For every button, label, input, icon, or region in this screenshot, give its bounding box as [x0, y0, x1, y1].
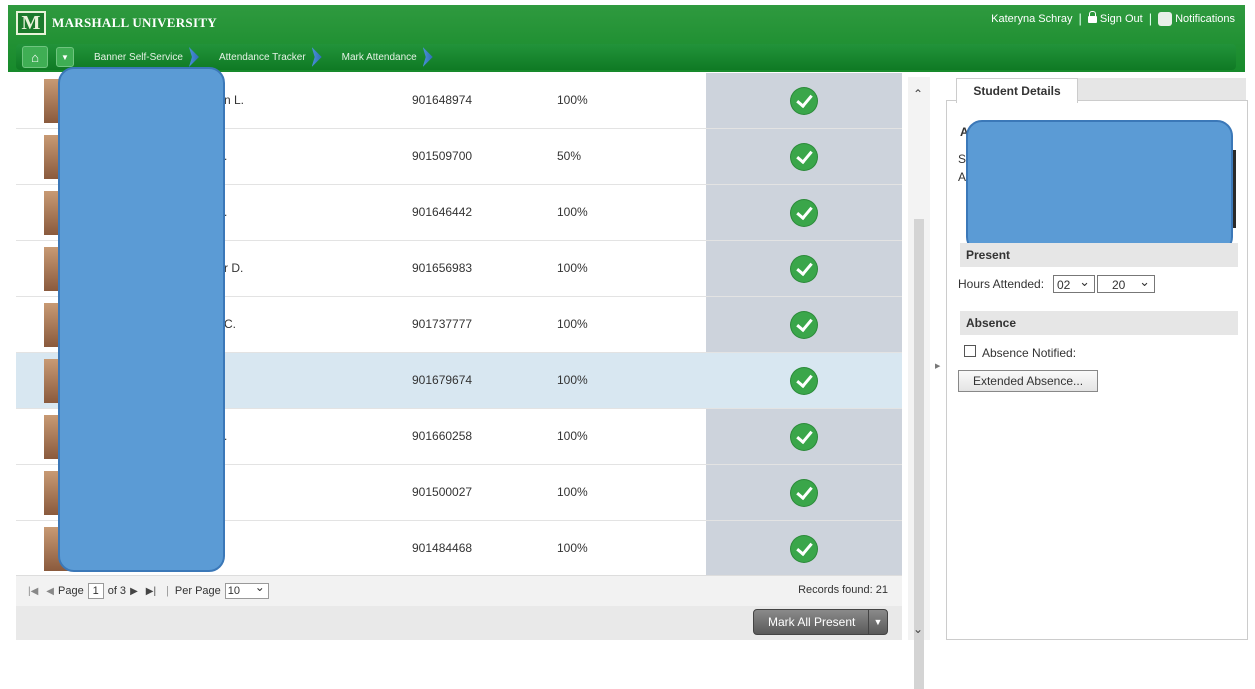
- last-page-icon[interactable]: ▶|: [146, 586, 156, 597]
- details-fragment: S: [958, 152, 967, 166]
- page-input[interactable]: 1: [87, 583, 104, 599]
- student-name: r D.: [224, 261, 244, 275]
- status-cell[interactable]: [706, 297, 902, 352]
- student-id: 901737777: [412, 317, 473, 331]
- chevron-down-icon[interactable]: ▼: [56, 47, 74, 67]
- chevron-up-icon[interactable]: ⌃: [913, 87, 923, 101]
- student-name: n L.: [224, 93, 245, 107]
- attendance-percent: 100%: [557, 541, 588, 555]
- sign-out-link[interactable]: Sign Out: [1087, 10, 1143, 25]
- status-cell[interactable]: [706, 465, 902, 520]
- extended-absence-button[interactable]: Extended Absence...: [958, 370, 1098, 392]
- check-icon[interactable]: [791, 199, 817, 226]
- page-count: of 3: [107, 585, 127, 597]
- user-name: Kateryna Schray: [991, 12, 1073, 25]
- details-fragment: A: [958, 170, 967, 184]
- student-id: 901484468: [412, 541, 473, 555]
- absence-section-header: Absence: [960, 311, 1238, 335]
- mark-all-present-button[interactable]: Mark All Present ▼: [753, 609, 888, 635]
- redaction-box: [966, 120, 1233, 253]
- notifications-icon: [1158, 11, 1173, 26]
- status-cell[interactable]: [706, 521, 902, 576]
- chevron-down-icon[interactable]: ▼: [868, 610, 887, 634]
- logo-text: MARSHALL UNIVERSITY: [52, 15, 217, 30]
- student-id: 901660258: [412, 429, 473, 443]
- status-cell[interactable]: [706, 409, 902, 464]
- check-icon[interactable]: [791, 535, 817, 562]
- breadcrumb-item-attendance-tracker[interactable]: Attendance Tracker: [199, 44, 322, 70]
- attendance-percent: 100%: [557, 93, 588, 107]
- attendance-percent: 100%: [557, 429, 588, 443]
- student-id: 901509700: [412, 149, 473, 163]
- check-icon[interactable]: [791, 311, 817, 338]
- check-icon[interactable]: [791, 367, 817, 394]
- prev-page-icon[interactable]: ◀: [46, 586, 54, 597]
- tab-strip: [1076, 78, 1246, 101]
- breadcrumb-item-mark-attendance[interactable]: Mark Attendance: [322, 44, 433, 70]
- separator: |: [166, 585, 169, 597]
- attendance-percent: 100%: [557, 373, 588, 387]
- status-cell[interactable]: [706, 73, 902, 128]
- notifications-label: Notifications: [1175, 12, 1235, 25]
- student-id: 901656983: [412, 261, 473, 275]
- status-cell[interactable]: [706, 241, 902, 296]
- check-icon[interactable]: [791, 143, 817, 170]
- student-name: C.: [224, 317, 236, 331]
- minutes-select[interactable]: 20: [1097, 273, 1155, 293]
- attendance-percent: 100%: [557, 317, 588, 331]
- status-cell[interactable]: [706, 129, 902, 184]
- status-cell[interactable]: [706, 353, 902, 408]
- attendance-percent: 50%: [557, 149, 582, 163]
- check-icon[interactable]: [791, 423, 817, 450]
- absence-notified-checkbox[interactable]: [964, 345, 976, 357]
- hours-attended-label: Hours Attended:: [958, 277, 1045, 291]
- student-id: 901679674: [412, 373, 473, 387]
- attendance-percent: 100%: [557, 261, 588, 275]
- mark-all-label: Mark All Present: [768, 615, 856, 629]
- collapse-panel-icon[interactable]: ▶: [935, 362, 940, 370]
- hours-select[interactable]: 02: [1053, 273, 1095, 293]
- status-cell[interactable]: [706, 185, 902, 240]
- check-icon[interactable]: [791, 87, 817, 114]
- table-scrollbar[interactable]: ⌃ ⌄: [908, 77, 930, 689]
- next-page-icon[interactable]: ▶: [130, 586, 138, 597]
- absence-notified-label: Absence Notified:: [982, 346, 1077, 360]
- sign-out-label: Sign Out: [1099, 12, 1143, 25]
- university-logo[interactable]: M MARSHALL UNIVERSITY: [16, 10, 217, 36]
- home-icon[interactable]: ⌂: [22, 46, 48, 68]
- check-icon[interactable]: [791, 479, 817, 506]
- page-label: Page: [58, 585, 84, 597]
- records-count: Records found: 21: [798, 584, 888, 596]
- pager: |◀ ◀ Page 1 of 3 ▶ ▶| | Per Page 10 Reco…: [16, 575, 902, 606]
- user-bar: Kateryna Schray | Sign Out | Notificatio…: [991, 10, 1235, 26]
- redaction-box: [58, 67, 225, 572]
- lock-icon: [1087, 10, 1097, 23]
- per-page-label: Per Page: [174, 585, 221, 597]
- tab-student-details[interactable]: Student Details: [956, 78, 1078, 103]
- app-header: M MARSHALL UNIVERSITY Kateryna Schray | …: [8, 5, 1245, 72]
- separator: |: [1148, 11, 1153, 26]
- action-bar: Mark All Present ▼: [16, 606, 902, 640]
- per-page-select[interactable]: 10: [224, 580, 269, 599]
- separator: |: [1078, 11, 1082, 26]
- check-icon[interactable]: [791, 255, 817, 282]
- student-id: 901646442: [412, 205, 473, 219]
- student-id: 901500027: [412, 485, 473, 499]
- chevron-down-icon[interactable]: ⌄: [913, 622, 923, 636]
- student-id: 901648974: [412, 93, 473, 107]
- notifications-link[interactable]: Notifications: [1158, 11, 1235, 26]
- logo-mark: M: [16, 11, 46, 35]
- attendance-percent: 100%: [557, 205, 588, 219]
- scroll-thumb[interactable]: [914, 219, 924, 689]
- attendance-percent: 100%: [557, 485, 588, 499]
- present-section-header: Present: [960, 243, 1238, 267]
- first-page-icon[interactable]: |◀: [28, 586, 38, 597]
